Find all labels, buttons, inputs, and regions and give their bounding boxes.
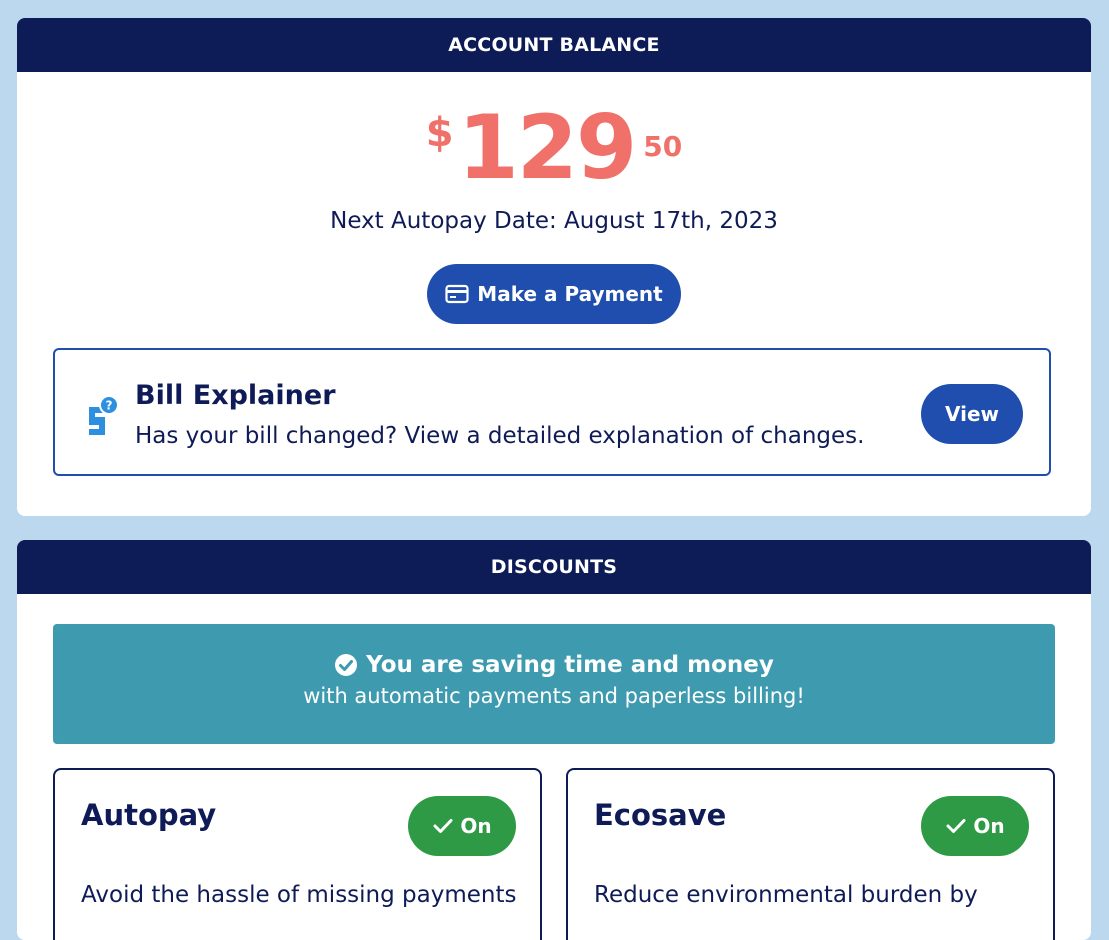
ecosave-description: Reduce environmental burden by — [594, 882, 978, 908]
autopay-status: On — [460, 814, 492, 838]
bill-explainer-description: Has your bill changed? View a detailed e… — [135, 423, 865, 449]
savings-banner-subtitle: with automatic payments and paperless bi… — [303, 684, 805, 708]
ecosave-title: Ecosave — [594, 798, 727, 832]
autopay-discount-box: Autopay On Avoid the hassle of missing p… — [53, 768, 542, 940]
autopay-toggle[interactable]: On — [408, 796, 516, 856]
check-icon — [945, 817, 967, 835]
next-autopay-date: Next Autopay Date: August 17th, 2023 — [330, 208, 778, 234]
svg-text:?: ? — [106, 399, 113, 413]
bill-explainer-panel: ? Bill Explainer Has your bill changed? … — [53, 348, 1051, 476]
bill-question-icon: ? — [85, 395, 119, 441]
discounts-card: DISCOUNTS You are saving time and money … — [17, 540, 1091, 940]
bill-explainer-title: Bill Explainer — [135, 380, 336, 411]
make-payment-button[interactable]: Make a Payment — [427, 264, 681, 324]
amount-cents: 50 — [643, 130, 683, 163]
balance-amount: $ 129 50 — [17, 100, 1091, 196]
discounts-header: DISCOUNTS — [17, 540, 1091, 594]
ecosave-toggle[interactable]: On — [921, 796, 1029, 856]
currency-symbol: $ — [425, 110, 454, 156]
make-payment-label: Make a Payment — [477, 282, 663, 306]
autopay-description: Avoid the hassle of missing payments — [81, 882, 517, 908]
amount-whole: 129 — [457, 96, 638, 199]
savings-banner-title: You are saving time and money — [366, 652, 774, 678]
bill-explainer-view-button[interactable]: View — [921, 384, 1023, 444]
check-icon — [432, 817, 454, 835]
savings-banner: You are saving time and money with autom… — [53, 624, 1055, 744]
credit-card-icon — [445, 284, 469, 304]
account-balance-card: ACCOUNT BALANCE $ 129 50 Next Autopay Da… — [17, 18, 1091, 516]
autopay-title: Autopay — [81, 798, 217, 832]
check-circle-icon — [334, 653, 358, 677]
ecosave-status: On — [973, 814, 1005, 838]
account-balance-header: ACCOUNT BALANCE — [17, 18, 1091, 72]
ecosave-discount-box: Ecosave On Reduce environmental burden b… — [566, 768, 1055, 940]
savings-banner-title-row: You are saving time and money — [53, 652, 1055, 678]
